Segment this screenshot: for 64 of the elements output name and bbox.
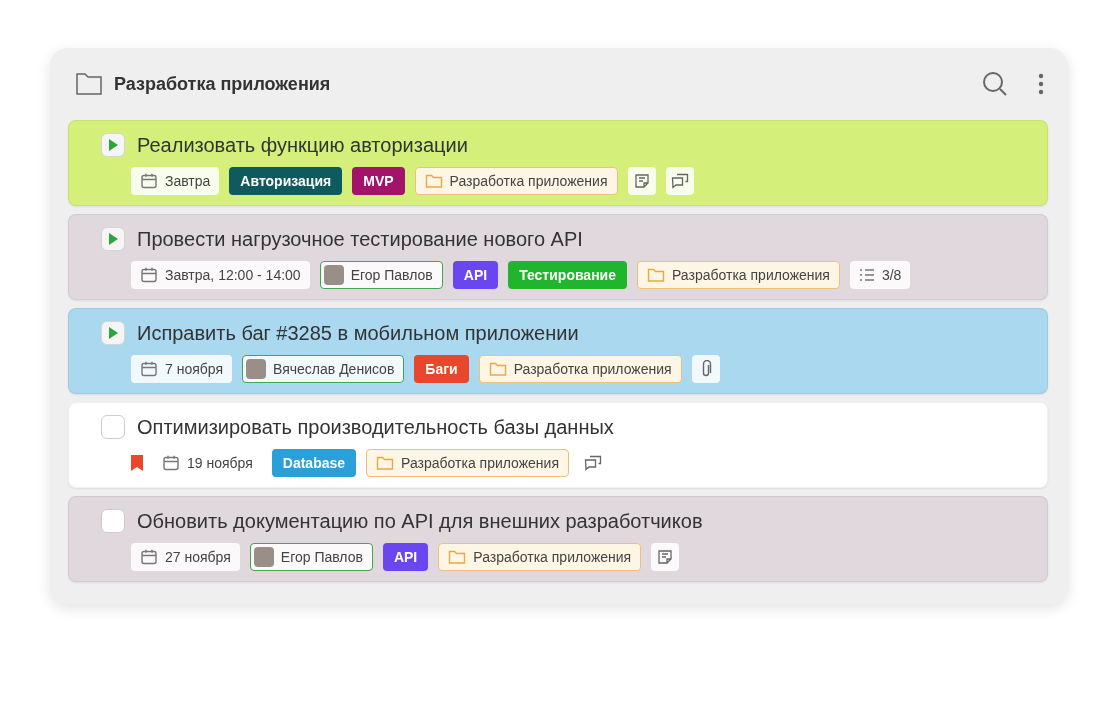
- due-date[interactable]: 19 ноября: [153, 449, 262, 477]
- search-icon: [982, 71, 1008, 97]
- bookmark-flag-icon: [131, 455, 143, 471]
- avatar-placeholder: [253, 547, 274, 567]
- folder-icon: [488, 361, 507, 377]
- task-card[interactable]: Реализовать функцию авторизации Завтра Авторизация MVP Разработка приложения: [68, 120, 1048, 206]
- task-checkbox[interactable]: [101, 509, 125, 533]
- due-date[interactable]: Завтра: [131, 167, 220, 195]
- play-icon: [108, 139, 118, 151]
- task-card[interactable]: Провести нагрузочное тестирование нового API Завтра, 12:00 - 14:00 Егор Павлов API Тестирование Разработка приложения 3/8: [68, 214, 1048, 300]
- tag-label[interactable]: API: [452, 261, 499, 289]
- calendar-icon: [140, 266, 158, 284]
- play-button[interactable]: [101, 133, 125, 157]
- due-date[interactable]: 7 ноября: [131, 355, 232, 383]
- due-date[interactable]: Завтра, 12:00 - 14:00: [131, 261, 310, 289]
- project-chip[interactable]: Разработка приложения: [438, 543, 642, 571]
- project-chip[interactable]: Разработка приложения: [478, 355, 682, 383]
- comments-button[interactable]: [665, 167, 694, 195]
- calendar-icon: [140, 548, 158, 566]
- assignee-chip[interactable]: Вячеслав Денисов: [242, 355, 405, 383]
- tag-label[interactable]: Авторизация: [229, 167, 343, 195]
- task-card[interactable]: Обновить документацию по API для внешних разработчиков 27 ноября Егор Павлов API Разработка приложения: [68, 496, 1048, 582]
- calendar-icon: [162, 454, 180, 472]
- assignee-chip[interactable]: Егор Павлов: [319, 261, 443, 289]
- avatar-placeholder: [246, 359, 266, 379]
- play-button[interactable]: [101, 321, 125, 345]
- note-button[interactable]: [627, 167, 656, 195]
- project-title: Разработка приложения: [114, 73, 332, 95]
- task-title: Реализовать функцию авторизации: [137, 133, 468, 157]
- task-title: Обновить документацию по API для внешних разработчиков: [137, 509, 703, 533]
- folder-icon: [376, 455, 395, 471]
- subtasks-count[interactable]: 3/8: [849, 261, 911, 289]
- folder-icon: [424, 173, 443, 189]
- calendar-icon: [140, 172, 158, 190]
- assignee-chip[interactable]: Егор Павлов: [249, 543, 373, 571]
- task-card[interactable]: Исправить баг #3285 в мобильном приложении 7 ноября Вячеслав Денисов Баги Разработка приложения: [68, 308, 1048, 394]
- speech-bubbles-icon: [584, 455, 602, 471]
- task-checkbox[interactable]: [101, 415, 125, 439]
- checklist-icon: [858, 268, 875, 282]
- folder-icon: [647, 267, 665, 283]
- project-chip[interactable]: Разработка приложения: [637, 261, 840, 289]
- play-icon: [108, 327, 118, 339]
- play-icon: [108, 233, 118, 245]
- tag-label[interactable]: MVP: [352, 167, 405, 195]
- more-vertical-icon: [1038, 73, 1044, 95]
- project-chip[interactable]: Разработка приложения: [414, 167, 618, 195]
- tag-label[interactable]: Баги: [414, 355, 469, 383]
- attachment-button[interactable]: [691, 355, 720, 383]
- speech-bubbles-icon: [670, 173, 689, 189]
- play-button[interactable]: [101, 227, 125, 251]
- tag-label[interactable]: API: [382, 543, 429, 571]
- project-chip[interactable]: Разработка приложения: [366, 449, 569, 477]
- note-button[interactable]: [651, 543, 680, 571]
- folder-icon: [448, 549, 467, 565]
- note-icon: [633, 173, 650, 189]
- task-title: Оптимизировать производительность базы данных: [137, 415, 614, 439]
- due-date[interactable]: 27 ноября: [131, 543, 240, 571]
- note-icon: [657, 549, 674, 565]
- task-title: Исправить баг #3285 в мобильном приложении: [137, 321, 579, 345]
- avatar-placeholder: [323, 265, 344, 285]
- task-card[interactable]: Оптимизировать производительность базы данных 19 ноября Database Разработка приложения: [68, 402, 1048, 488]
- folder-icon: [76, 73, 102, 95]
- calendar-icon: [140, 360, 158, 378]
- task-title: Провести нагрузочное тестирование нового API: [137, 227, 583, 251]
